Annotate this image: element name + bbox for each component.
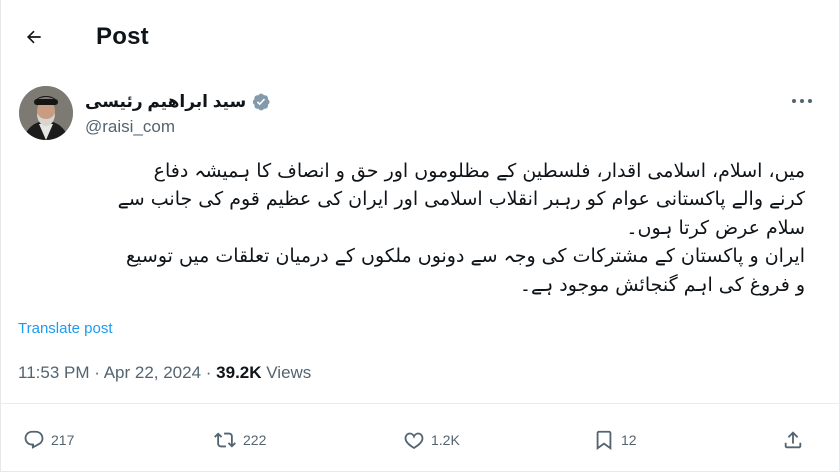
repost-button[interactable]: 222 <box>213 424 266 456</box>
author-name-row: سید ابراهیم رئیسی <box>85 90 271 114</box>
avatar[interactable] <box>19 86 73 140</box>
heart-icon <box>404 432 424 449</box>
post-metadata: 11:53 PM · Apr 22, 2024 · 39.2K Views <box>18 362 311 384</box>
views-label: Views <box>261 363 312 382</box>
author-handle[interactable]: @raisi_com <box>85 116 175 138</box>
share-button[interactable] <box>782 424 804 456</box>
post-text: میں، اسلام، اسلامی اقدار، فلسطین کے مظلو… <box>15 157 805 299</box>
author-display-name[interactable]: سید ابراهیم رئیسی <box>85 90 246 114</box>
top-bar: Post <box>0 0 840 70</box>
post-date[interactable]: Apr 22, 2024 <box>104 363 201 382</box>
bookmark-count: 12 <box>621 432 637 448</box>
post-text-line: میں، اسلام، اسلامی اقدار، فلسطین کے مظلو… <box>153 160 805 182</box>
action-bar: 217 222 1.2K 12 <box>0 424 840 456</box>
divider <box>0 403 840 404</box>
verified-badge-icon <box>253 93 270 111</box>
reply-button[interactable]: 217 <box>23 424 74 456</box>
more-dots-icon <box>792 99 812 103</box>
repost-icon <box>214 432 236 448</box>
bookmark-button[interactable]: 12 <box>593 424 637 456</box>
post-text-line: کرنے والے پاکستانی عوام کو رہبر انقلاب ا… <box>117 188 805 211</box>
post-text-line: سلام عرض کرتا ہوں۔ <box>626 216 805 239</box>
post-text-line: و فروغ کی اہم گنجائش موجود ہے۔ <box>519 273 805 296</box>
translate-post-link[interactable]: Translate post <box>18 320 113 337</box>
meta-separator: · <box>89 363 104 382</box>
views-count: 39.2K <box>216 363 262 382</box>
reply-count: 217 <box>51 432 75 448</box>
like-count: 1.2K <box>431 432 460 448</box>
share-icon <box>784 431 802 449</box>
reply-icon <box>24 430 44 449</box>
page-title: Post <box>96 23 149 50</box>
bookmark-icon <box>596 430 612 451</box>
like-button[interactable]: 1.2K <box>403 424 460 456</box>
back-button[interactable] <box>18 22 50 52</box>
more-options-button[interactable] <box>784 88 820 114</box>
post-time[interactable]: 11:53 PM <box>18 363 90 382</box>
repost-count: 222 <box>243 432 267 448</box>
arrow-left-icon <box>26 30 41 44</box>
meta-separator: · <box>201 363 217 382</box>
profile-photo <box>19 86 73 140</box>
post-text-line: ایران و پاکستان کے مشترکات کی وجہ سے دون… <box>126 245 805 268</box>
